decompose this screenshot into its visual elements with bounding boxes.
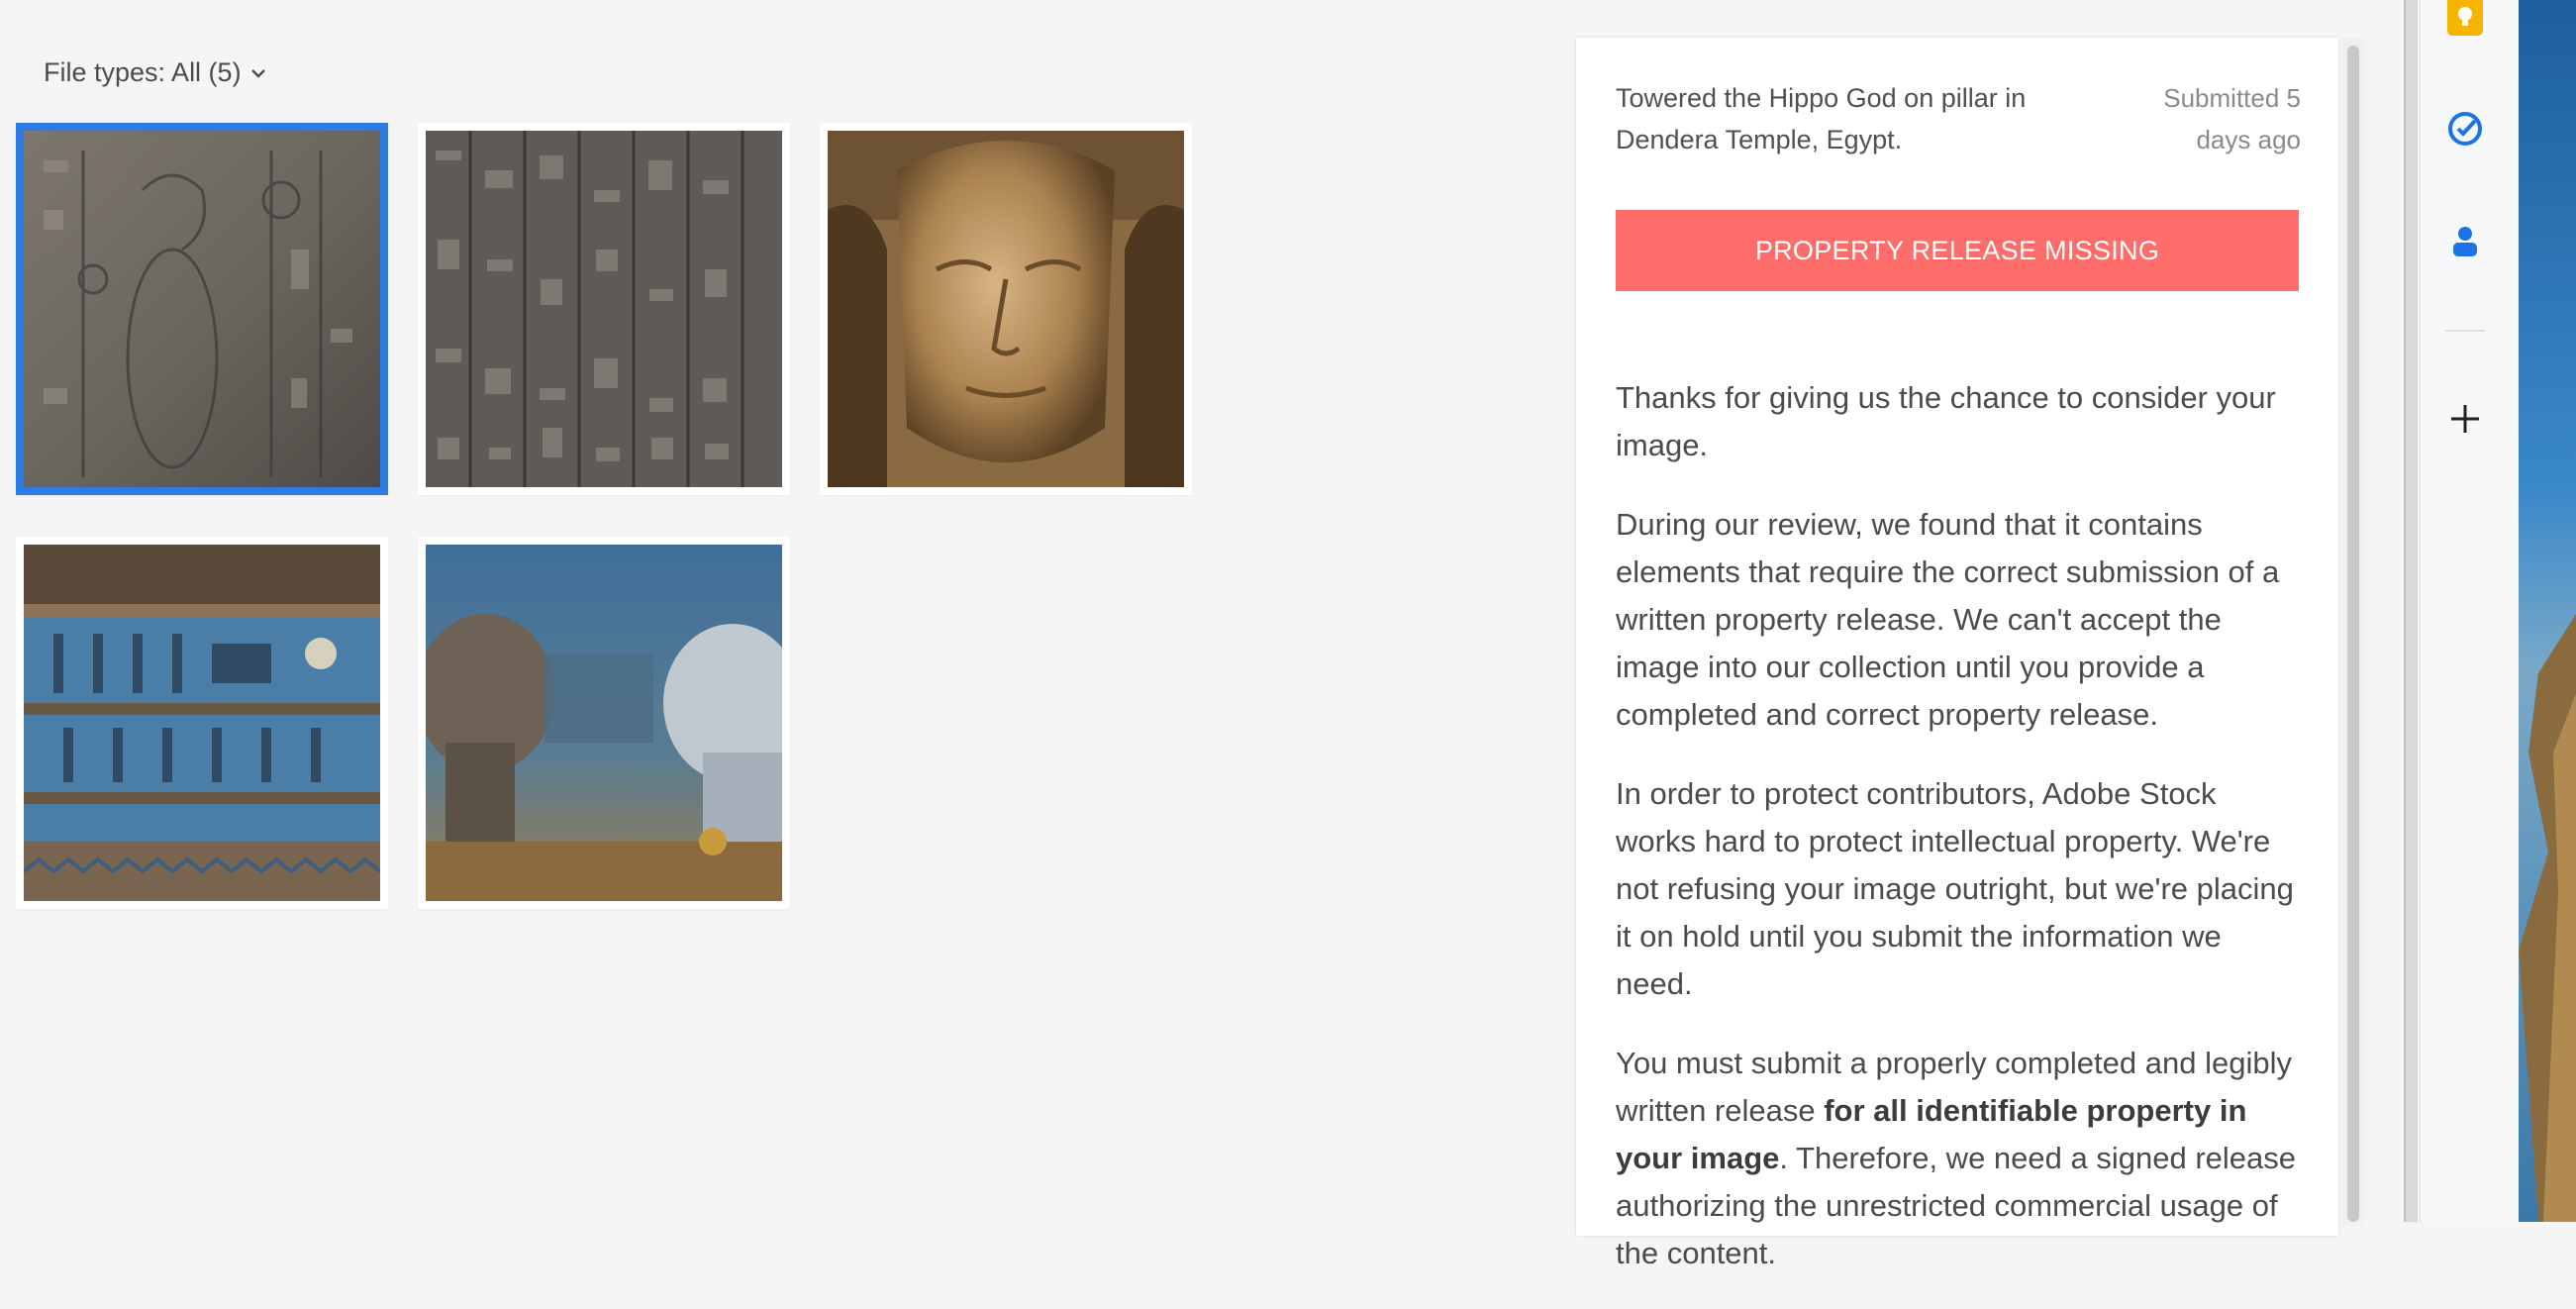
submitted-date: Submitted 5 days ago: [2163, 83, 2301, 154]
rejection-message: Thanks for giving us the chance to consi…: [1616, 374, 2299, 1309]
rail-separator: [2445, 330, 2485, 332]
image-blue-ceiling-frieze: [24, 545, 380, 901]
file-type-filter-label: File types: All (5): [44, 57, 242, 87]
chevron-down-icon: [250, 68, 265, 78]
image-hieroglyph-columns: [426, 131, 782, 487]
image-hathor-face: [828, 131, 1184, 487]
message-paragraph: During our review, we found that it cont…: [1616, 507, 2280, 732]
side-app-rail: [2420, 0, 2520, 1222]
image-carved-relief: [24, 131, 380, 487]
scrollbar-thumb[interactable]: [2347, 46, 2359, 1222]
thumbnail-hathor-face[interactable]: [820, 123, 1192, 495]
file-type-filter[interactable]: File types: All (5): [44, 57, 267, 88]
message-paragraph: In order to protect contributors, Adobe …: [1616, 776, 2294, 1001]
add-icon[interactable]: [2445, 399, 2485, 439]
image-pillars-ceiling: [426, 545, 782, 901]
tasks-icon[interactable]: [2445, 109, 2485, 149]
thumbnail-pillars-ceiling[interactable]: [418, 537, 790, 909]
message-paragraph: You must submit a properly completed and…: [1616, 1040, 2299, 1277]
panel-divider: [2404, 0, 2418, 1222]
message-paragraph: Thanks for giving us the chance to consi…: [1616, 380, 2276, 462]
contacts-icon[interactable]: [2445, 222, 2485, 261]
thumbnail-blue-ceiling-frieze[interactable]: [16, 537, 388, 909]
panel-divider-line: [2404, 0, 2406, 1222]
warning-label: PROPERTY RELEASE MISSING: [1754, 235, 2160, 265]
keep-icon[interactable]: [2445, 0, 2485, 40]
thumbnail-carved-relief[interactable]: [16, 123, 388, 495]
asset-title: Towered the Hippo God on pillar in Dende…: [1616, 83, 2027, 154]
desktop-wallpaper: [2519, 0, 2576, 1222]
thumbnail-hieroglyph-columns[interactable]: [418, 123, 790, 495]
property-release-missing-banner: PROPERTY RELEASE MISSING: [1616, 210, 2299, 291]
